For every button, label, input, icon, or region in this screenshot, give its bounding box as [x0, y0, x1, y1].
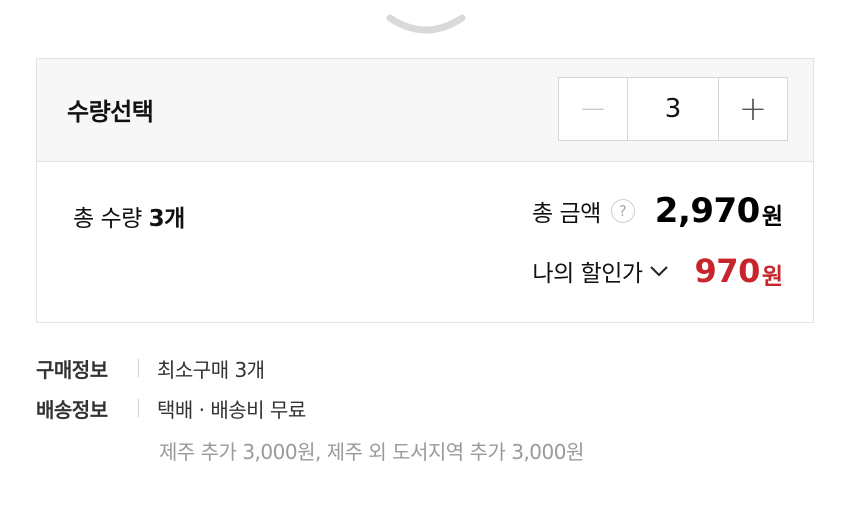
help-icon[interactable]: ?	[610, 199, 635, 223]
discount-unit: 원	[761, 264, 783, 290]
total-quantity-label: 총 수량	[73, 206, 149, 232]
order-panel: 수량선택 − 3 + 총 수량 3개 총 금액 ? 2,970 원 나의 할인가…	[36, 58, 814, 323]
total-amount-unit: 원	[761, 204, 783, 230]
quantity-stepper[interactable]: − 3 +	[558, 77, 788, 141]
quantity-value[interactable]: 3	[628, 78, 718, 140]
shipping-info-value: 택배 · 배송비 무료	[157, 398, 306, 422]
quantity-row: 수량선택 − 3 +	[37, 59, 813, 162]
purchase-info-label: 구매정보	[36, 358, 108, 382]
total-quantity: 총 수량 3개	[73, 199, 185, 233]
discount-label[interactable]: 나의 할인가	[532, 254, 643, 288]
collapse-chevron-icon[interactable]	[386, 12, 466, 38]
purchase-info-value: 최소구매 3개	[157, 358, 265, 382]
increase-button[interactable]: +	[718, 78, 787, 140]
divider	[138, 359, 139, 377]
total-amount-label: 총 금액	[531, 201, 601, 227]
divider	[138, 399, 139, 417]
chevron-down-icon[interactable]	[649, 264, 669, 278]
discount-price: 나의 할인가 970 원	[532, 251, 783, 291]
quantity-title: 수량선택	[67, 98, 154, 126]
shipping-info-label: 배송정보	[36, 398, 108, 422]
total-amount-value: 2,970	[654, 191, 761, 231]
purchase-info-row: 구매정보 최소구매 3개	[36, 354, 306, 394]
discount-value: 970	[694, 252, 761, 290]
decrease-button[interactable]: −	[559, 78, 628, 140]
total-quantity-value: 3개	[148, 206, 186, 232]
shipping-note: 제주 추가 3,000원, 제주 외 도서지역 추가 3,000원	[159, 440, 584, 464]
total-amount: 총 금액 ? 2,970 원	[532, 191, 783, 231]
shipping-info-row: 배송정보 택배 · 배송비 무료	[36, 394, 306, 434]
product-info: 구매정보 최소구매 3개 배송정보 택배 · 배송비 무료 제주 추가 3,00…	[36, 354, 584, 464]
